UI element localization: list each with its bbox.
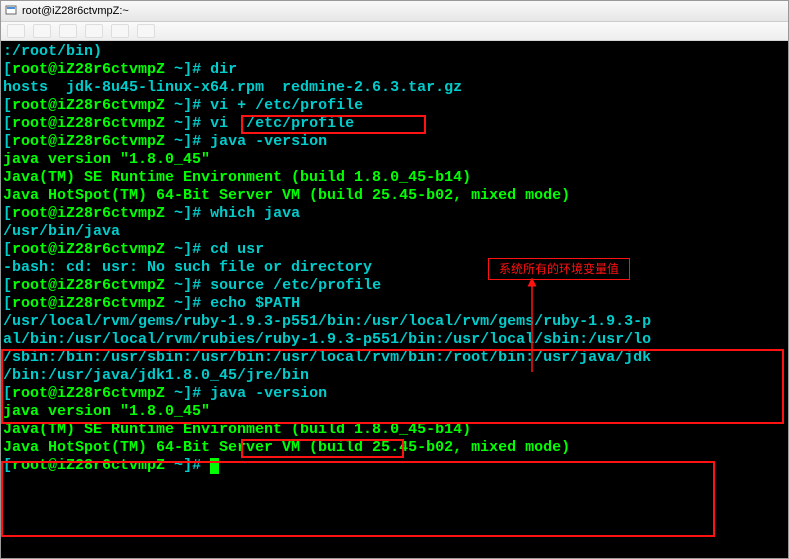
ls-output: hosts jdk-8u45-linux-x64.rpm redmine-2.6… xyxy=(3,79,462,96)
which-output: /usr/bin/java xyxy=(3,223,120,240)
toolbar-btn-1[interactable] xyxy=(7,24,25,38)
java-version-3b: Java HotSpot(TM) 64-Bit Server VM (build… xyxy=(3,439,570,456)
putty-icon xyxy=(5,4,17,19)
toolbar-btn-4[interactable] xyxy=(85,24,103,38)
prompt-userhost: root@iZ28r6ctvmpZ xyxy=(12,61,165,78)
toolbar-btn-3[interactable] xyxy=(59,24,77,38)
prompt-bracket: [ xyxy=(3,61,12,78)
path-output-3: /sbin:/bin:/usr/sbin:/usr/bin:/usr/local… xyxy=(3,349,651,366)
cmd-java-version-1: java -version xyxy=(210,133,327,150)
cd-error: -bash: cd: usr: No such file or director… xyxy=(3,259,372,276)
cmd-vi: vi /etc/profile xyxy=(210,115,354,132)
java-version-1: java version "1.8.0_45" xyxy=(3,151,210,168)
path-output-4: /bin:/usr/java/jdk1.8.0_45/jre/bin xyxy=(3,367,309,384)
java-version-2: Java(TM) SE Runtime Environment (build 1… xyxy=(3,169,471,186)
term-text: :/root/bin) xyxy=(3,43,102,60)
toolbar-btn-6[interactable] xyxy=(137,24,155,38)
terminal-cursor xyxy=(210,458,219,474)
toolbar-btn-2[interactable] xyxy=(33,24,51,38)
cmd-cd: cd usr xyxy=(210,241,264,258)
cmd-java-version-2: java -version xyxy=(210,385,327,402)
java-version-3: Java HotSpot(TM) 64-Bit Server VM (build… xyxy=(3,187,570,204)
cmd-vi-plus: vi + /etc/profile xyxy=(210,97,363,114)
java-version-2b: Java(TM) SE Runtime Environment (build 1… xyxy=(3,421,471,438)
cmd-dir: dir xyxy=(210,61,237,78)
toolbar xyxy=(1,22,788,41)
terminal[interactable]: :/root/bin) [root@iZ28r6ctvmpZ ~]# dir h… xyxy=(1,41,788,558)
titlebar[interactable]: root@iZ28r6ctvmpZ:~ xyxy=(1,1,788,22)
cmd-echo: echo $PATH xyxy=(210,295,300,312)
prompt-cwd: ~ xyxy=(165,61,183,78)
cmd-which: which java xyxy=(210,205,300,222)
window-title: root@iZ28r6ctvmpZ:~ xyxy=(22,5,129,17)
app-window: root@iZ28r6ctvmpZ:~ :/root/bin) [root@iZ… xyxy=(0,0,789,559)
java-version-1b: java version "1.8.0_45" xyxy=(3,403,210,420)
toolbar-btn-5[interactable] xyxy=(111,24,129,38)
cmd-source: source /etc/profile xyxy=(210,277,381,294)
prompt-close: ]# xyxy=(183,61,210,78)
path-output-2: al/bin:/usr/local/rvm/rubies/ruby-1.9.3-… xyxy=(3,331,651,348)
path-output-1: /usr/local/rvm/gems/ruby-1.9.3-p551/bin:… xyxy=(3,313,651,330)
